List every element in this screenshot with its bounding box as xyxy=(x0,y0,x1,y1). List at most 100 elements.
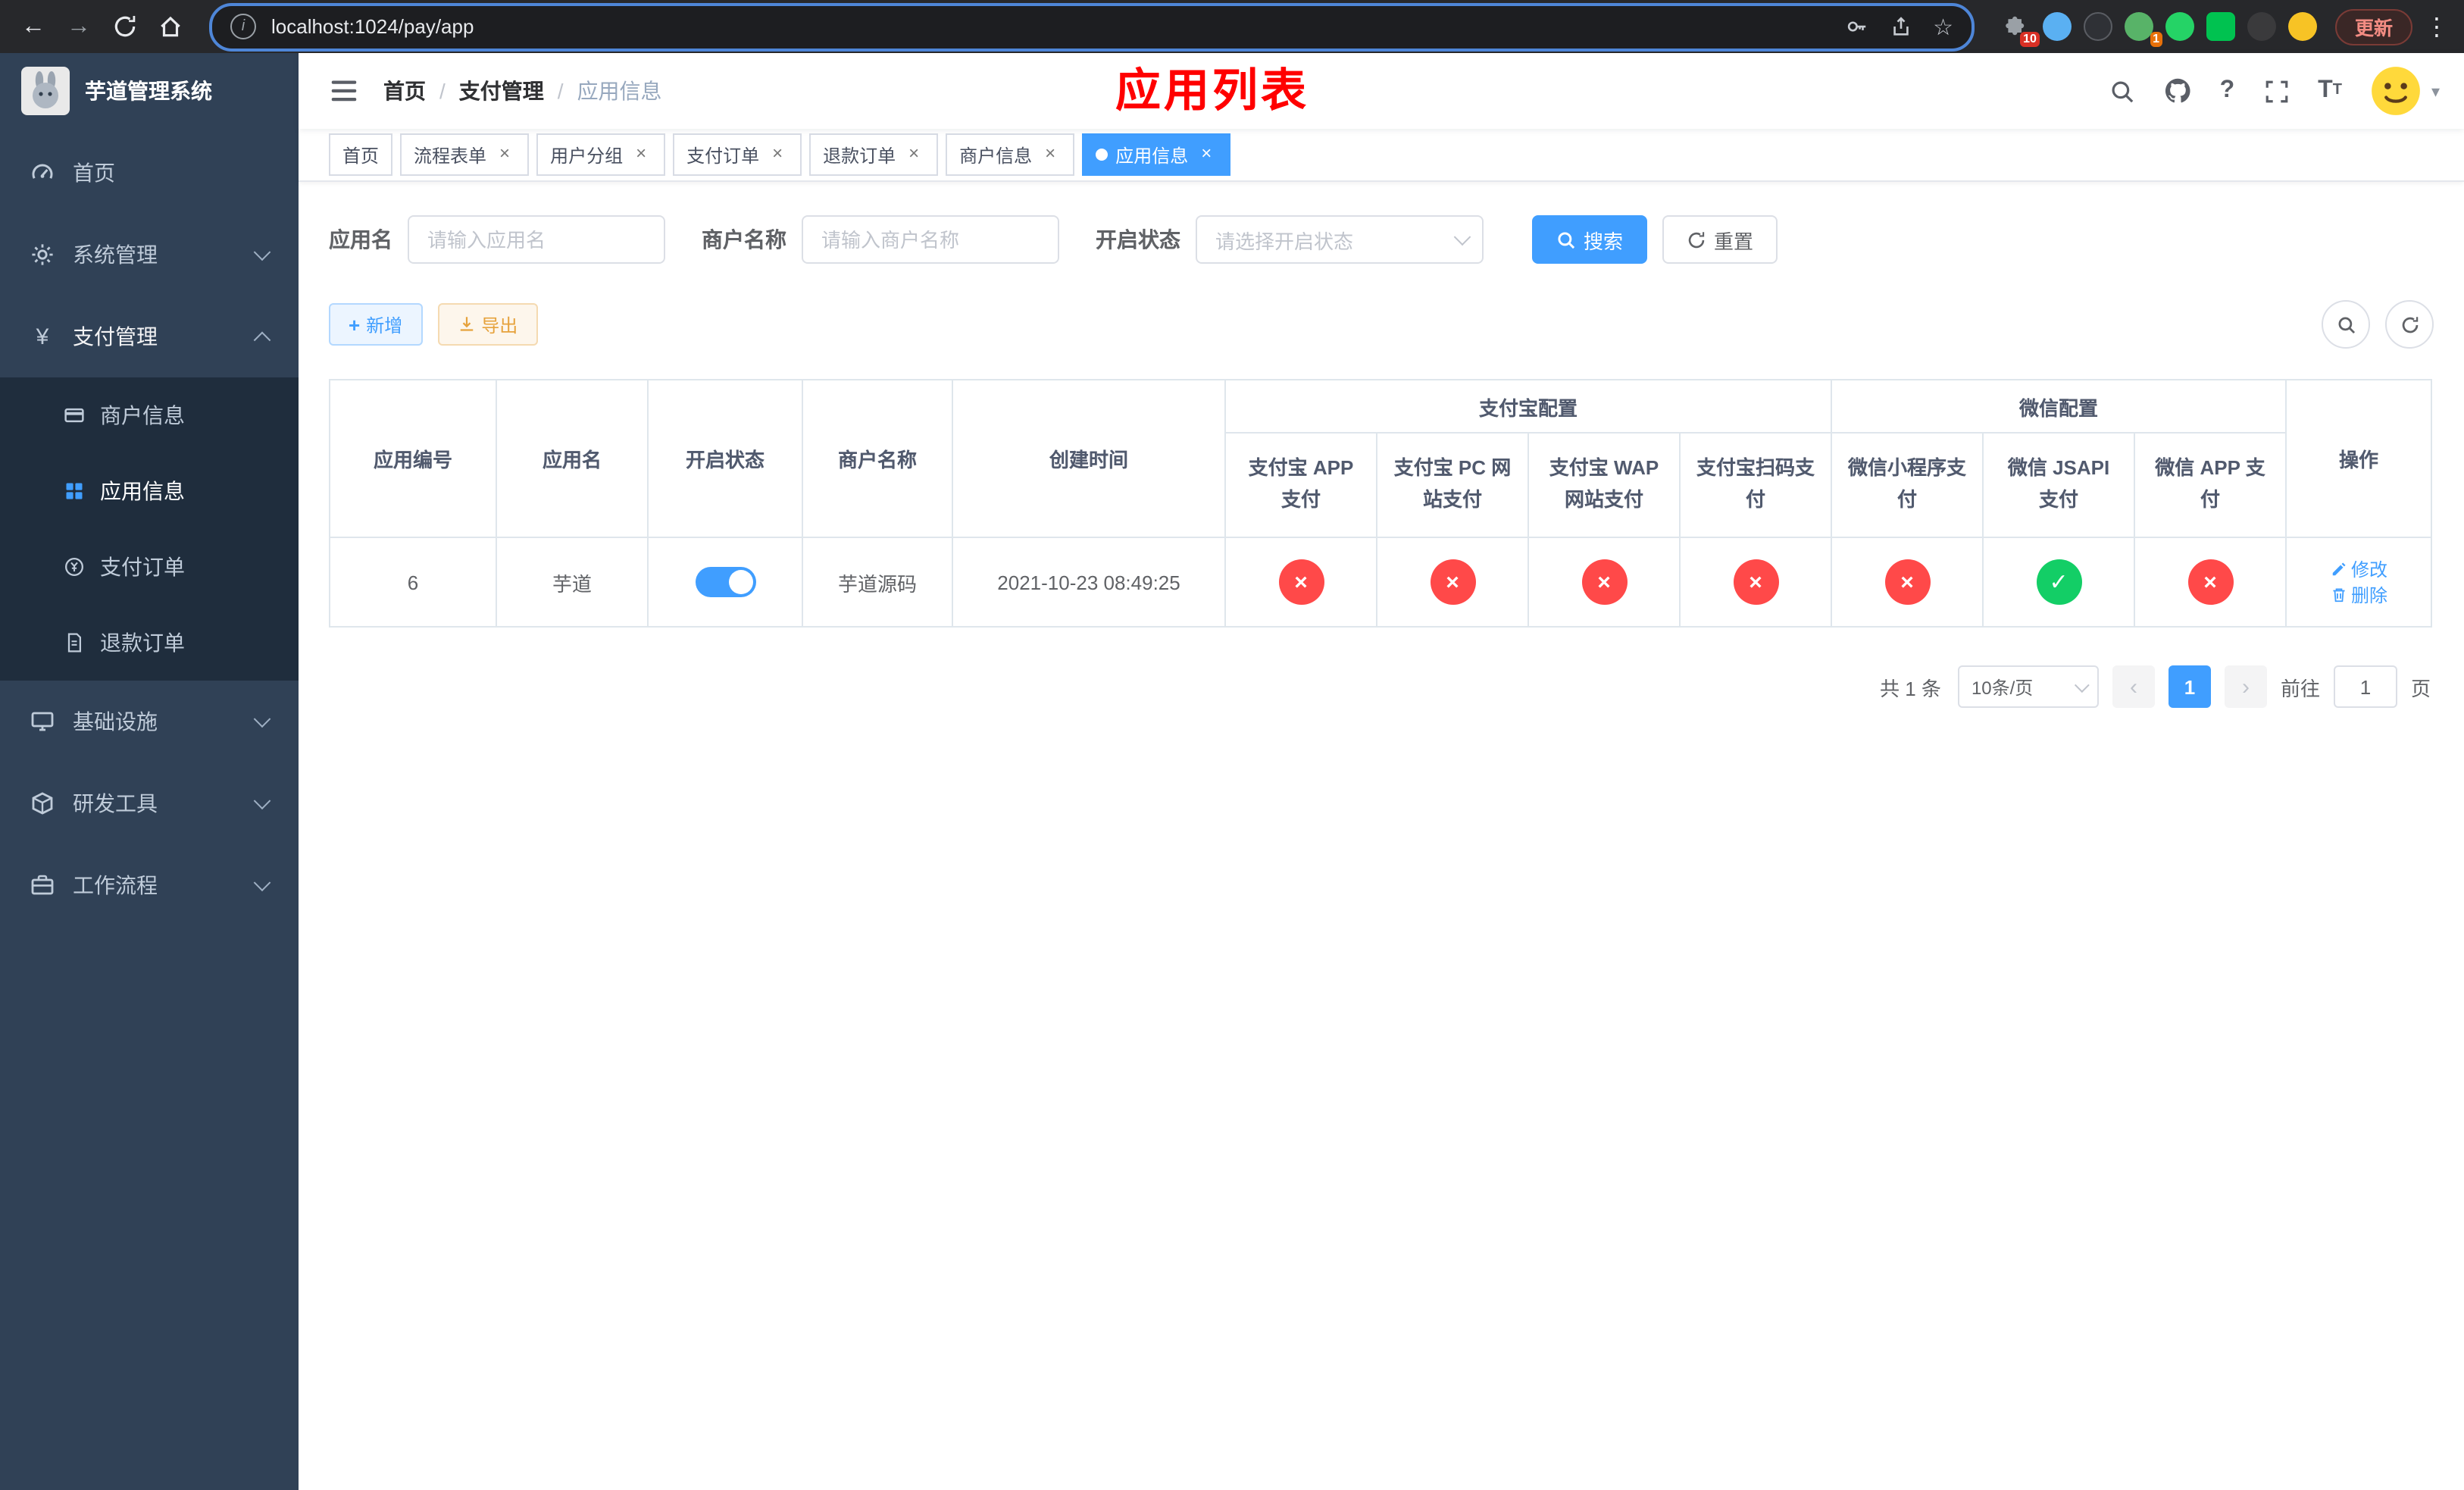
extension-icon[interactable] xyxy=(2083,12,2112,41)
help-icon[interactable]: ? xyxy=(2220,77,2235,105)
page-size-select[interactable]: 10条/页 xyxy=(1957,665,2099,708)
browser-forward-button[interactable]: → xyxy=(58,5,100,48)
wechat-mini-pay-status-icon: × xyxy=(1884,559,1931,605)
tab-merchant-info[interactable]: 商户信息 × xyxy=(946,133,1075,176)
browser-back-button[interactable]: ← xyxy=(12,5,55,48)
tab-process-form[interactable]: 流程表单 × xyxy=(400,133,530,176)
screen: ← → i localhost:1024/pay/app ☆ 10 1 更新 ⋮… xyxy=(0,0,2464,1490)
sidebar-item-payment-order[interactable]: 支付订单 xyxy=(0,529,299,605)
tab-home[interactable]: 首页 xyxy=(329,133,393,176)
search-button[interactable]: 搜索 xyxy=(1532,215,1648,264)
tab-label: 商户信息 xyxy=(959,145,1033,166)
address-bar[interactable]: i localhost:1024/pay/app ☆ xyxy=(209,2,1975,51)
tab-label: 流程表单 xyxy=(414,145,487,166)
sidebar-item-payment[interactable]: ¥ 支付管理 xyxy=(0,296,299,377)
browser-menu-icon[interactable]: ⋮ xyxy=(2422,11,2452,42)
tab-close-icon[interactable]: × xyxy=(630,143,652,165)
tab-user-group[interactable]: 用户分组 × xyxy=(536,133,666,176)
avatar xyxy=(2372,67,2421,115)
extension-icon[interactable] xyxy=(2206,12,2235,41)
alipay-qr-pay-status-icon: × xyxy=(1733,559,1778,605)
sidebar-item-app-info[interactable]: 应用信息 xyxy=(0,453,299,529)
tab-close-icon[interactable]: × xyxy=(494,143,515,165)
tab-payment-order[interactable]: 支付订单 × xyxy=(673,133,802,176)
column-header-merchant: 商户名称 xyxy=(802,379,953,538)
extension-badge: 1 xyxy=(2150,32,2162,47)
breadcrumb-current: 应用信息 xyxy=(544,76,662,106)
credit-card-icon xyxy=(64,408,84,423)
export-button-label: 导出 xyxy=(481,315,518,336)
edit-pencil-icon xyxy=(2331,562,2345,576)
browser-home-button[interactable] xyxy=(149,5,191,48)
merchant-name-input[interactable] xyxy=(802,215,1059,264)
tab-close-icon[interactable]: × xyxy=(1196,143,1217,165)
breadcrumb-home[interactable]: 首页 xyxy=(383,76,426,106)
browser-update-button[interactable]: 更新 xyxy=(2334,8,2412,45)
tab-refund-order[interactable]: 退款订单 × xyxy=(809,133,939,176)
extension-icon[interactable] xyxy=(2165,12,2194,41)
fullscreen-icon[interactable] xyxy=(2263,78,2289,104)
sidebar-item-infrastructure[interactable]: 基础设施 xyxy=(0,681,299,762)
sidebar-item-refund-order[interactable]: 退款订单 xyxy=(0,605,299,681)
password-key-icon[interactable] xyxy=(1845,15,1868,38)
toggle-search-button[interactable] xyxy=(2322,300,2370,349)
reset-button[interactable]: 重置 xyxy=(1662,215,1778,264)
tab-label: 退款订单 xyxy=(823,145,896,166)
sidebar-item-home[interactable]: 首页 xyxy=(0,132,299,214)
refresh-table-button[interactable] xyxy=(2385,300,2434,349)
page-suffix-label: 页 xyxy=(2410,677,2431,700)
column-header-wechat-app: 微信 APP 支付 xyxy=(2134,432,2287,538)
site-info-icon[interactable]: i xyxy=(230,14,256,39)
sidebar-item-label: 应用信息 xyxy=(100,479,185,503)
sidebar-item-label: 首页 xyxy=(73,161,115,185)
next-page-button[interactable]: › xyxy=(2224,665,2267,708)
tab-app-info[interactable]: 应用信息 × xyxy=(1082,133,1231,176)
briefcase-icon xyxy=(31,875,54,895)
extensions-puzzle-icon[interactable]: 10 xyxy=(2002,12,2040,47)
column-header-alipay-wap: 支付宝 WAP 网站支付 xyxy=(1527,432,1681,538)
chevron-down-icon xyxy=(2074,677,2090,693)
status-label: 开启状态 xyxy=(1096,227,1180,252)
tab-close-icon[interactable]: × xyxy=(767,143,788,165)
tab-close-icon[interactable]: × xyxy=(903,143,924,165)
extension-icon[interactable] xyxy=(2042,12,2072,41)
extension-icon[interactable] xyxy=(2247,12,2276,41)
chevron-down-icon xyxy=(253,792,271,810)
delete-link[interactable]: 删除 xyxy=(2330,582,2387,608)
prev-page-button[interactable]: ‹ xyxy=(2112,665,2155,708)
tab-close-icon[interactable]: × xyxy=(1040,143,1061,165)
share-icon[interactable] xyxy=(1889,15,1912,38)
add-button[interactable]: + 新增 xyxy=(329,303,423,346)
sidebar-item-workflow[interactable]: 工作流程 xyxy=(0,844,299,926)
column-header-wechat-jsapi: 微信 JSAPI 支付 xyxy=(1982,432,2136,538)
header-search-icon[interactable] xyxy=(2109,78,2135,104)
sidebar-item-merchant-info[interactable]: 商户信息 xyxy=(0,377,299,453)
bookmark-star-icon[interactable]: ☆ xyxy=(1933,13,1953,40)
yen-icon: ¥ xyxy=(36,324,49,349)
browser-reload-button[interactable] xyxy=(103,5,145,48)
app-name-input[interactable] xyxy=(408,215,665,264)
github-icon[interactable] xyxy=(2164,77,2191,105)
extension-icon[interactable]: 1 xyxy=(2124,12,2162,47)
refund-doc-icon xyxy=(67,633,82,653)
status-select[interactable]: 请选择开启状态 xyxy=(1196,215,1484,264)
font-size-icon[interactable]: TT xyxy=(2318,78,2342,103)
download-icon xyxy=(459,317,473,331)
refresh-icon xyxy=(2401,316,2418,333)
column-header-alipay-qr: 支付宝扫码支付 xyxy=(1678,432,1833,538)
hamburger-icon[interactable] xyxy=(329,76,359,106)
page-size-value: 10条/页 xyxy=(1971,677,2034,698)
edit-link[interactable]: 修改 xyxy=(2330,556,2387,582)
page-number-button[interactable]: 1 xyxy=(2168,665,2211,708)
status-toggle[interactable] xyxy=(695,567,755,597)
alipay-wap-pay-status-icon: × xyxy=(1581,559,1627,605)
sidebar-item-dev-tools[interactable]: 研发工具 xyxy=(0,762,299,844)
filter-form: 应用名 商户名称 开启状态 请选择开启状态 搜索 重置 xyxy=(329,215,2434,264)
goto-page-input[interactable] xyxy=(2333,665,2397,708)
export-button[interactable]: 导出 xyxy=(437,303,538,346)
sidebar-logo-row[interactable]: 芋道管理系统 xyxy=(0,53,299,129)
sidebar-item-system[interactable]: 系统管理 xyxy=(0,214,299,296)
user-menu[interactable]: ▾ xyxy=(2371,65,2440,117)
extension-icon[interactable] xyxy=(2287,12,2317,41)
breadcrumb-payment[interactable]: 支付管理 xyxy=(426,76,544,106)
